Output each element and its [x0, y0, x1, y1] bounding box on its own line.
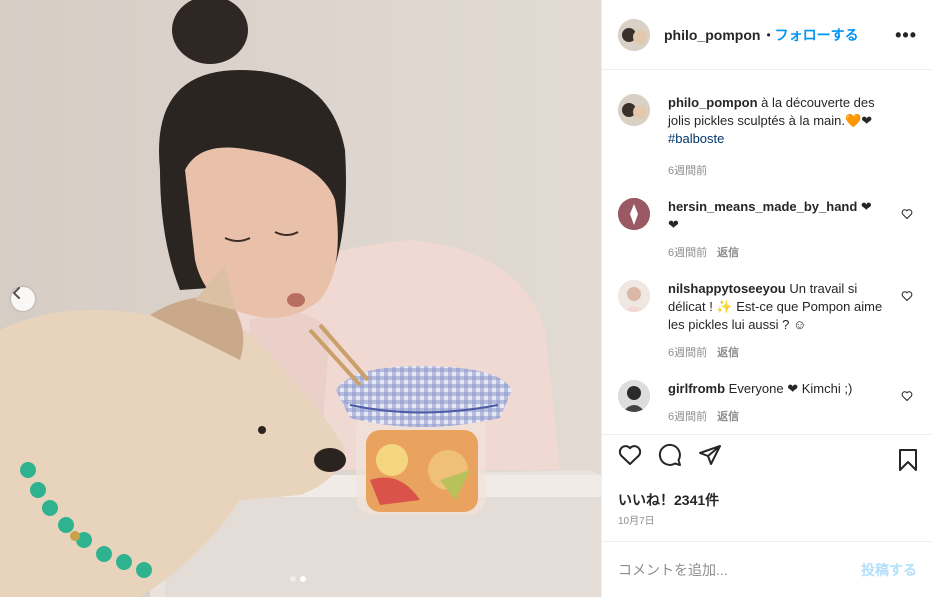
commenter-avatar-image — [618, 280, 650, 312]
previous-photo-button[interactable] — [11, 287, 35, 311]
carousel-indicator — [290, 576, 306, 582]
author-avatar-image — [618, 18, 650, 51]
post-modal: philo_pompon • フォローする ••• philo_pompon à… — [0, 0, 933, 597]
comment-bubble-icon[interactable] — [658, 443, 682, 467]
caption-hashtag-link[interactable]: #balboste — [668, 131, 724, 146]
follow-button[interactable]: フォローする — [775, 25, 859, 45]
comment-username[interactable]: hersin_means_made_by_hand — [668, 199, 857, 214]
like-count[interactable]: いいね！2341件 — [602, 491, 933, 515]
reply-button[interactable]: 返信 — [717, 408, 739, 426]
comment-item: nilshappytoseeyou Un travail si délicat … — [618, 280, 917, 362]
comment-meta: 6週間前 返信 — [668, 408, 886, 426]
comment-username[interactable]: girlfromb — [668, 381, 725, 396]
caption-avatar[interactable] — [618, 94, 650, 126]
post-side-panel: philo_pompon • フォローする ••• philo_pompon à… — [601, 0, 933, 597]
comment-timestamp[interactable]: 6週間前 — [668, 408, 707, 426]
post-media — [0, 0, 601, 597]
commenter-avatar[interactable] — [618, 198, 650, 230]
comments-list: philo_pompon à la découverte des jolis p… — [602, 70, 933, 434]
reply-button[interactable]: 返信 — [717, 344, 739, 362]
caption-avatar-image — [618, 94, 650, 126]
post-date[interactable]: 10月7日 — [602, 515, 933, 541]
comment-item: hersin_means_made_by_hand ❤ ❤ 6週間前 返信 — [618, 198, 917, 262]
comment-timestamp[interactable]: 6週間前 — [668, 244, 707, 262]
reply-button[interactable]: 返信 — [717, 244, 739, 262]
author-avatar[interactable] — [618, 18, 650, 51]
commenter-avatar-image — [618, 380, 650, 412]
comment-username[interactable]: nilshappytoseeyou — [668, 281, 786, 296]
separator-dot: • — [766, 27, 771, 42]
caption-emoji: 🧡❤ — [845, 113, 873, 128]
post-comment-button[interactable]: 投稿する — [861, 560, 917, 580]
comment-input[interactable] — [618, 561, 861, 578]
commenter-avatar[interactable] — [618, 280, 650, 312]
comment-like-heart-icon[interactable] — [901, 208, 913, 220]
action-icons — [618, 443, 917, 467]
commenter-avatar[interactable] — [618, 380, 650, 412]
commenter-avatar-image — [618, 198, 650, 230]
post-actions-bar — [602, 434, 933, 491]
carousel-dot — [290, 576, 296, 582]
share-paper-plane-icon[interactable] — [698, 443, 722, 467]
caption: philo_pompon à la découverte des jolis p… — [618, 94, 917, 180]
post-photo — [0, 0, 601, 597]
comment-meta: 6週間前 返信 — [668, 344, 886, 362]
comment-body: nilshappytoseeyou Un travail si délicat … — [668, 280, 886, 362]
like-heart-icon[interactable] — [618, 443, 642, 467]
comment-body: girlfromb Everyone ❤ Kimchi ;) 6週間前 返信 — [668, 380, 886, 426]
caption-username[interactable]: philo_pompon — [668, 95, 758, 110]
chevron-left-icon — [12, 287, 20, 299]
caption-body: philo_pompon à la découverte des jolis p… — [668, 94, 886, 180]
caption-meta: 6週間前 — [668, 162, 886, 180]
comment-text: Everyone ❤ Kimchi ;) — [725, 381, 853, 396]
comment-timestamp[interactable]: 6週間前 — [668, 344, 707, 362]
carousel-dot-active — [300, 576, 306, 582]
comment-meta: 6週間前 返信 — [668, 244, 886, 262]
comment-like-heart-icon[interactable] — [901, 290, 913, 302]
add-comment-bar: 投稿する — [602, 541, 933, 597]
comment-body: hersin_means_made_by_hand ❤ ❤ 6週間前 返信 — [668, 198, 886, 262]
caption-timestamp[interactable]: 6週間前 — [668, 162, 707, 180]
post-header: philo_pompon • フォローする ••• — [602, 0, 933, 70]
more-options-icon[interactable]: ••• — [895, 26, 917, 44]
author-username[interactable]: philo_pompon — [664, 27, 760, 43]
comment-item: girlfromb Everyone ❤ Kimchi ;) 6週間前 返信 — [618, 380, 917, 426]
save-bookmark-icon[interactable] — [897, 448, 919, 472]
comment-like-heart-icon[interactable] — [901, 390, 913, 402]
